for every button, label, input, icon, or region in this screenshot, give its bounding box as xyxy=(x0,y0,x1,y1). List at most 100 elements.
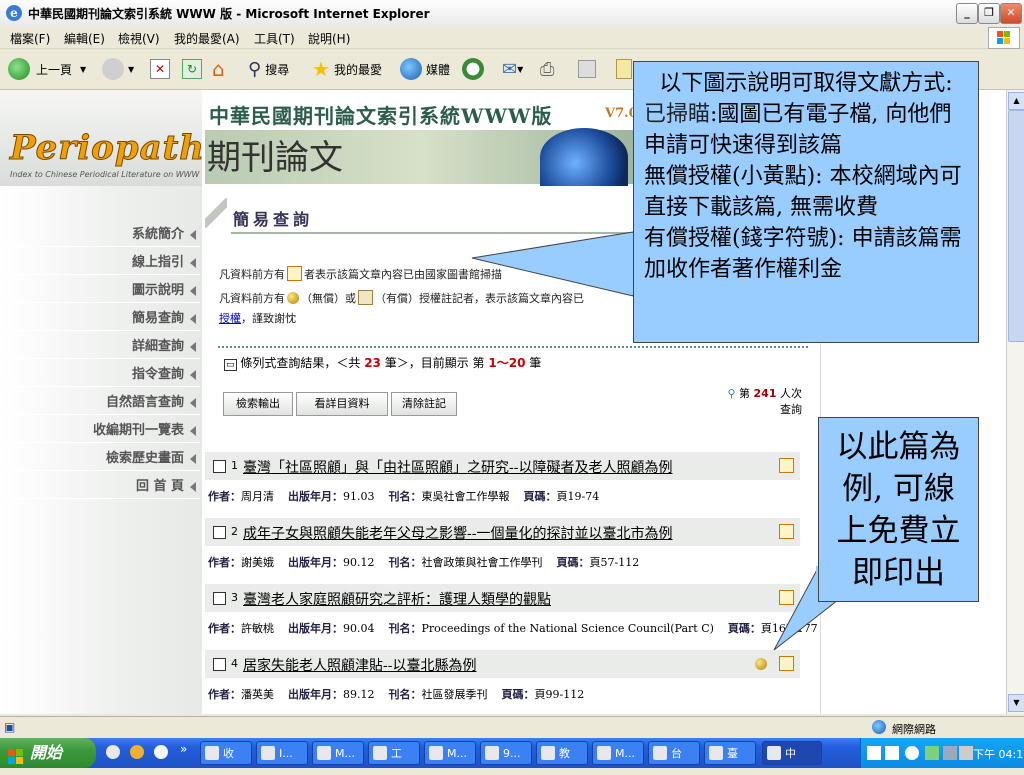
export-button[interactable]: 檢索輸出 xyxy=(223,392,293,416)
result-checkbox[interactable] xyxy=(213,460,226,473)
app-icon xyxy=(373,746,387,760)
menu-view[interactable]: 檢視(V) xyxy=(118,30,160,47)
scanned-icon[interactable] xyxy=(779,590,794,605)
magnifier-icon: ⚲ xyxy=(727,387,736,400)
refresh-button[interactable]: ↻ xyxy=(182,57,202,81)
free-license-dot-icon[interactable] xyxy=(755,658,767,670)
result-title-link[interactable]: 臺灣老人家庭照顧研究之評析：護理人類學的觀點 xyxy=(243,589,551,609)
taskbar: 開始 » 收 I... M... 工 M... 9... 教 M... 台 臺 … xyxy=(0,738,1024,768)
result-title-bar: 2 成年子女與照顧失能老年父母之影響--一個量化的探討並以臺北市為例 xyxy=(205,518,800,546)
result-meta: 作者：周月清 出版年月：91.03 刊名：東吳社會工作學報 頁碼：頁19-74 xyxy=(208,490,600,503)
tray-expand-icon[interactable] xyxy=(905,746,919,760)
callout-free-line: 無償授權(小黃點): 本校網域內可直接下載該篇, 無需收費 xyxy=(644,164,962,220)
sidebar-item-journal-list[interactable]: 收編期刊一覽表 xyxy=(0,420,200,443)
scanned-icon[interactable] xyxy=(779,656,794,671)
header-arrow-icon xyxy=(205,198,227,228)
result-checkbox[interactable] xyxy=(213,526,226,539)
result-title-link[interactable]: 臺灣「社區照顧」與「由社區照顧」之研究--以障礙者及老人照顧為例 xyxy=(243,457,672,477)
sidebar-item-detailed-search[interactable]: 詳細查詢 xyxy=(0,336,200,359)
task-button[interactable]: I... xyxy=(256,741,308,765)
stop-button[interactable]: ✕ xyxy=(150,57,170,81)
start-button[interactable]: 開始 xyxy=(0,738,96,768)
star-icon: ★ xyxy=(312,57,330,81)
banner-title: 中華民國期刊論文索引系統WWW版 xyxy=(209,104,553,128)
favorites-button[interactable]: ★ 我的最愛 xyxy=(312,57,382,81)
refresh-icon: ↻ xyxy=(182,59,202,79)
periopath-logo: Periopath Index to Chinese Periodical Li… xyxy=(0,90,206,186)
history-button[interactable] xyxy=(462,57,484,81)
forward-button[interactable]: ▼ xyxy=(102,57,134,81)
clear-marks-button[interactable]: 清除註記 xyxy=(391,392,457,416)
task-button[interactable]: 工 xyxy=(368,741,420,765)
close-button[interactable]: ✕ xyxy=(1000,3,1022,24)
quicklaunch-icon[interactable] xyxy=(130,745,144,759)
mail-button[interactable]: ✉ ▼ xyxy=(502,57,523,81)
media-player-icon[interactable] xyxy=(154,745,168,759)
task-button[interactable]: 收 xyxy=(200,741,252,765)
discuss-icon xyxy=(616,59,632,79)
print-button[interactable]: ⎙ xyxy=(540,57,554,81)
license-link[interactable]: 授權 xyxy=(219,312,241,325)
task-button[interactable]: M... xyxy=(312,741,364,765)
sidebar-item-history[interactable]: 檢索歷史畫面 xyxy=(0,448,200,471)
menu-bar: 檔案(F) 編輯(E) 檢視(V) 我的最愛(A) 工具(T) 說明(H) xyxy=(0,26,1024,49)
task-button[interactable]: 9... xyxy=(480,741,532,765)
tray-icon[interactable] xyxy=(925,746,939,760)
task-button[interactable]: M... xyxy=(424,741,476,765)
ime-icon[interactable] xyxy=(867,746,881,760)
task-button[interactable]: M... xyxy=(592,741,644,765)
icon-legend-callout: 以下圖示說明可取得文獻方式: 已掃瞄:國圖已有電子檔, 向他們申請可快速得到該篇… xyxy=(633,61,979,343)
home-button[interactable]: ⌂ xyxy=(212,57,225,81)
network-icon[interactable] xyxy=(943,746,957,760)
task-button[interactable]: 臺 xyxy=(704,741,756,765)
scroll-up-arrow-icon[interactable]: ▲ xyxy=(1008,92,1024,110)
result-title-link[interactable]: 成年子女與照顧失能老年父母之影響--一個量化的探討並以臺北市為例 xyxy=(243,523,672,543)
task-button[interactable]: 台 xyxy=(648,741,700,765)
minimize-button[interactable]: _ xyxy=(956,3,978,24)
menu-help[interactable]: 說明(H) xyxy=(308,30,350,47)
note-line-3: 授權，謹致謝忱 xyxy=(219,312,296,325)
help-icon[interactable] xyxy=(885,746,899,760)
note-line-2: 凡資料前方有 （無償）或 （有償）授權註記者，表示該篇文章內容已 xyxy=(219,290,584,305)
scroll-down-arrow-icon[interactable]: ▼ xyxy=(1008,694,1024,712)
sidebar-item-natural-language[interactable]: 自然語言查詢 xyxy=(0,392,200,415)
home-icon: ⌂ xyxy=(212,57,225,81)
left-nav: Periopath Index to Chinese Periodical Li… xyxy=(0,90,206,714)
sidebar-item-icon-legend[interactable]: 圖示說明 xyxy=(0,280,200,303)
result-title-link[interactable]: 居家失能老人照顧津貼--以臺北縣為例 xyxy=(243,655,476,675)
sidebar-item-guide[interactable]: 線上指引 xyxy=(0,252,200,275)
result-title-bar: 4 居家失能老人照顧津貼--以臺北縣為例 xyxy=(205,650,800,678)
view-count: ⚲ 第 241 人次 查詢 xyxy=(727,387,802,416)
volume-icon[interactable] xyxy=(959,746,973,760)
scroll-thumb[interactable] xyxy=(1008,110,1024,342)
search-button[interactable]: ⚲ 搜尋 xyxy=(248,57,289,81)
menu-file[interactable]: 檔案(F) xyxy=(10,30,50,47)
sidebar-item-home[interactable]: 回 首 頁 xyxy=(0,476,200,499)
scanned-icon[interactable] xyxy=(779,524,794,539)
sidebar-item-command-search[interactable]: 指令查詢 xyxy=(0,364,200,387)
result-checkbox[interactable] xyxy=(213,658,226,671)
result-checkbox[interactable] xyxy=(213,592,226,605)
logo-subtitle: Index to Chinese Periodical Literature o… xyxy=(10,170,200,179)
sidebar-item-intro[interactable]: 系統簡介 xyxy=(0,224,200,247)
task-button-active[interactable]: 中 xyxy=(762,741,822,765)
edit-button[interactable] xyxy=(578,57,596,81)
discuss-button[interactable] xyxy=(616,57,632,81)
view-details-button[interactable]: 看詳目資料 xyxy=(296,392,388,416)
menu-favorites[interactable]: 我的最愛(A) xyxy=(174,30,240,47)
quicklaunch-more-icon[interactable]: » xyxy=(180,742,187,756)
ie-quicklaunch-icon[interactable] xyxy=(106,745,120,759)
vertical-scrollbar[interactable]: ▲ ▼ xyxy=(1006,90,1024,714)
media-button[interactable]: 媒體 xyxy=(400,57,450,81)
maximize-button[interactable]: ❐ xyxy=(978,3,1000,24)
logo-text: Periopath xyxy=(9,128,206,169)
task-button[interactable]: 教 xyxy=(536,741,588,765)
menu-tools[interactable]: 工具(T) xyxy=(254,30,295,47)
globe-image xyxy=(540,128,628,186)
window-title-bar: e 中華民國期刊論文索引系統 WWW 版 - Microsoft Interne… xyxy=(0,0,1024,27)
back-button[interactable]: 上一頁 ▼ xyxy=(8,57,86,81)
search-icon: ⚲ xyxy=(248,58,262,80)
menu-edit[interactable]: 編輯(E) xyxy=(64,30,105,47)
sidebar-item-simple-search[interactable]: 簡易查詢 xyxy=(0,308,200,331)
scanned-icon[interactable] xyxy=(779,458,794,473)
